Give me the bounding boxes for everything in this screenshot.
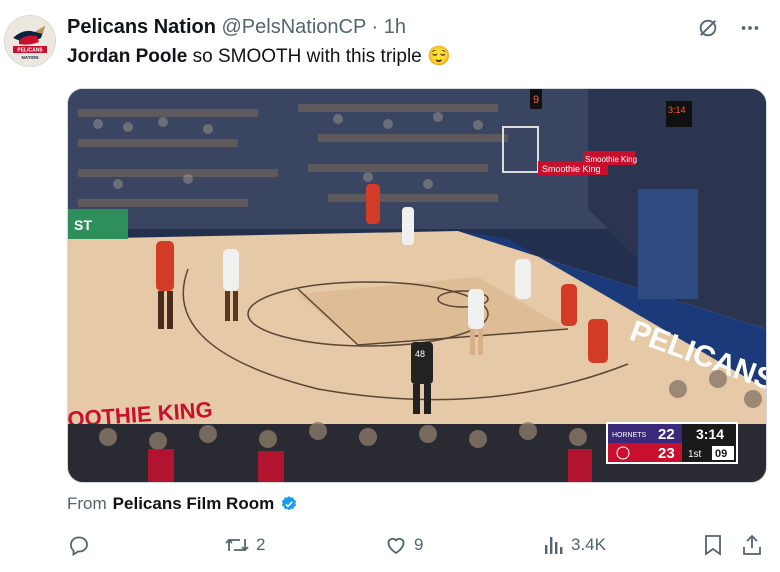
team2-score: 23: [658, 445, 675, 462]
verified-badge-icon: [282, 496, 297, 511]
pelicans-nation-logo: PELICANS NATION: [5, 16, 55, 66]
tweet-text-body: so SMOOTH with this triple: [187, 46, 428, 67]
tweet-text: Jordan Poole so SMOOTH with this triple …: [67, 45, 451, 69]
stanchion-sign-text: Smoothie King: [585, 155, 637, 164]
retweet-button[interactable]: 2: [224, 533, 265, 557]
media-source: From Pelicans Film Room: [67, 493, 298, 515]
like-button[interactable]: 9: [384, 533, 423, 557]
retweet-icon: [225, 538, 249, 552]
tweet-actions: 2 9 3.4K: [67, 533, 767, 559]
shot-clock-top: 9: [533, 94, 539, 106]
game-clock: 3:14: [696, 426, 724, 442]
team1-score: 22: [658, 426, 675, 443]
avatar[interactable]: PELICANS NATION: [4, 15, 56, 67]
sideline-ad-text: ST: [74, 217, 92, 233]
heart-icon: [387, 537, 405, 555]
share-icon: [743, 534, 761, 555]
bookmark-icon: [705, 535, 721, 556]
tweet-header: Pelicans Nation @PelsNationCP · 1h: [67, 15, 406, 39]
bookmark-button[interactable]: [702, 533, 724, 557]
source-account[interactable]: Pelicans Film Room: [113, 493, 275, 515]
retweet-count: 2: [256, 535, 266, 554]
tweet-time[interactable]: 1h: [384, 16, 406, 38]
referee-number: 48: [415, 349, 425, 359]
author-display-name[interactable]: Pelicans Nation: [67, 16, 216, 38]
views-button[interactable]: 3.4K: [543, 533, 606, 557]
separator-dot: ·: [371, 16, 379, 38]
reply-button[interactable]: [67, 533, 97, 557]
top-right-actions: [694, 14, 764, 42]
scoreboard-bug: HORNETS 22 23 3:14 1st 09: [606, 422, 738, 464]
svg-text:PELICANS: PELICANS: [17, 48, 43, 54]
views-icon: [545, 537, 563, 554]
author-handle[interactable]: @PelsNationCP: [222, 16, 366, 38]
views-count: 3.4K: [571, 535, 606, 554]
tweet-text-bold: Jordan Poole: [67, 46, 188, 67]
reply-icon: [70, 536, 88, 557]
shot-clock: 09: [715, 448, 727, 460]
video-media[interactable]: ST OOTHIE KING PELICANS Smoothie King Sm…: [67, 88, 767, 483]
small-clock: 3:14: [668, 105, 686, 115]
more-options-icon[interactable]: [736, 14, 764, 42]
share-button[interactable]: [741, 533, 763, 557]
relieved-emoji: 😌: [427, 46, 451, 67]
svg-text:NATION: NATION: [22, 55, 39, 60]
grok-icon[interactable]: [694, 14, 722, 42]
baseline-sign-text: Smoothie King: [542, 164, 601, 174]
source-prefix: From: [67, 494, 107, 513]
team1-name: HORNETS: [612, 432, 647, 439]
basketball-court-scene: ST OOTHIE KING PELICANS Smoothie King Sm…: [68, 89, 766, 482]
quarter: 1st: [688, 449, 702, 460]
like-count: 9: [414, 535, 424, 554]
